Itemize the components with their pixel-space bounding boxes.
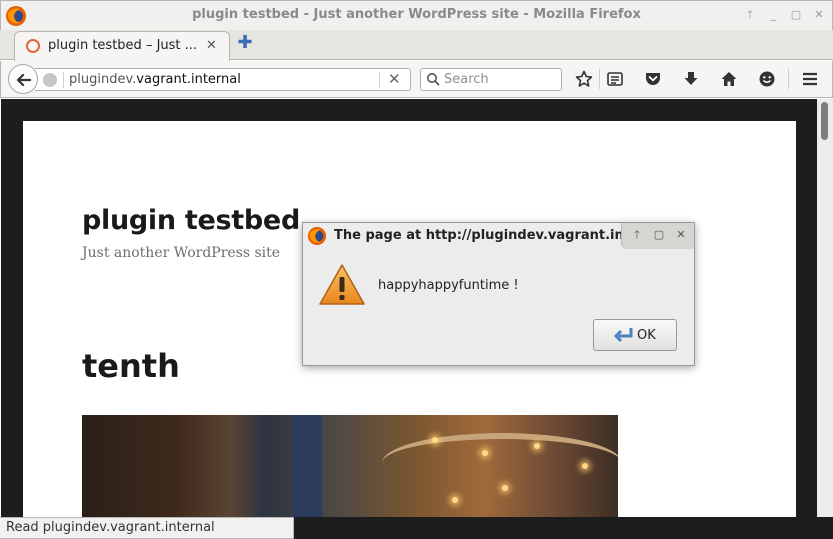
url-prefix: plugindev.	[69, 72, 137, 87]
new-tab-icon[interactable]: ✚	[237, 34, 253, 52]
site-tagline: Just another WordPress site	[82, 245, 281, 261]
loading-spinner-icon	[26, 39, 40, 53]
tab-label: plugin testbed – Just ...	[48, 38, 198, 53]
menu-icon[interactable]	[801, 70, 819, 88]
up-arrow-icon[interactable]: 🡑	[630, 228, 644, 242]
maximize-icon[interactable]: ▢	[652, 228, 666, 242]
search-placeholder: Search	[444, 72, 489, 87]
clear-url-icon[interactable]: ✕	[388, 70, 401, 88]
post-title[interactable]: tenth	[82, 347, 180, 385]
download-icon[interactable]	[682, 70, 700, 88]
search-input[interactable]: Search	[420, 68, 562, 91]
enter-key-icon	[614, 328, 633, 343]
tab-strip: plugin testbed – Just ... ✕ ✚	[0, 30, 833, 61]
window-title: plugin testbed - Just another WordPress …	[192, 7, 641, 22]
window-close-icon[interactable]: ✕	[811, 7, 827, 23]
ok-button[interactable]: OK	[593, 319, 677, 351]
featured-image[interactable]	[82, 415, 618, 517]
tab-close-icon[interactable]: ✕	[206, 38, 217, 53]
maximize-icon[interactable]: ▢	[788, 7, 804, 23]
site-title[interactable]: plugin testbed	[82, 205, 300, 236]
minimize-icon[interactable]: _	[765, 7, 781, 23]
reading-list-icon[interactable]	[606, 70, 624, 88]
firefox-logo-icon	[307, 226, 327, 246]
dialog-titlebar: The page at http://plugindev.vagrant.int…	[303, 223, 694, 249]
window-titlebar: plugin testbed - Just another WordPress …	[0, 0, 833, 30]
page-scrollbar[interactable]	[817, 99, 833, 517]
dialog-message: happyhappyfuntime !	[378, 278, 519, 293]
dialog-controls: 🡑 ▢ ✕	[621, 223, 694, 249]
warning-icon	[319, 264, 365, 305]
url-bar[interactable]: plugindev.vagrant.internal ✕	[35, 68, 411, 91]
url-text[interactable]: plugindev.vagrant.internal	[69, 72, 241, 87]
pocket-icon[interactable]	[644, 70, 662, 88]
status-text: Read plugindev.vagrant.internal	[6, 520, 215, 535]
status-bar: Read plugindev.vagrant.internal	[0, 517, 294, 539]
back-button[interactable]	[8, 64, 38, 94]
home-icon[interactable]	[720, 70, 738, 88]
alert-dialog: The page at http://plugindev.vagrant.int…	[302, 222, 695, 366]
search-icon	[427, 73, 440, 86]
globe-icon	[43, 73, 57, 87]
scrollbar-thumb[interactable]	[821, 102, 828, 140]
hello-icon[interactable]	[758, 70, 776, 88]
ok-button-label: OK	[637, 328, 656, 343]
up-arrow-icon[interactable]: 🡑	[742, 7, 758, 23]
dialog-close-icon[interactable]: ✕	[674, 228, 688, 242]
back-arrow-icon	[16, 73, 32, 87]
bookmark-star-icon[interactable]	[575, 70, 593, 88]
nav-toolbar: plugindev.vagrant.internal ✕ Search	[0, 61, 833, 98]
tab-plugin-testbed[interactable]: plugin testbed – Just ... ✕	[14, 31, 230, 61]
url-host: vagrant.internal	[136, 72, 241, 87]
